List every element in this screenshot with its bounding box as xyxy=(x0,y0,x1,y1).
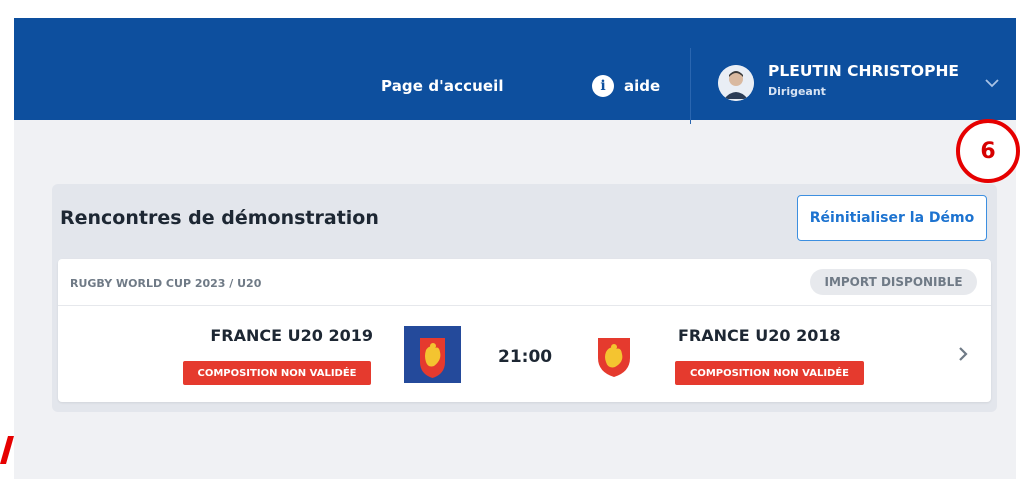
home-status-badge: COMPOSITION NON VALIDÉE xyxy=(183,361,371,385)
match-time: 21:00 xyxy=(498,347,553,367)
home-team-name: FRANCE U20 2019 xyxy=(210,326,373,345)
help-label: aide xyxy=(624,77,661,95)
match-card[interactable]: RUGBY WORLD CUP 2023 / U20 IMPORT DISPON… xyxy=(58,259,991,402)
demo-matches-panel: Rencontres de démonstration Réinitialise… xyxy=(52,184,997,412)
annotation-marker: 6 xyxy=(956,119,1020,183)
chevron-down-icon[interactable] xyxy=(984,78,1000,88)
avatar-icon xyxy=(718,65,754,101)
panel-title: Rencontres de démonstration xyxy=(60,207,379,229)
card-divider xyxy=(58,305,991,306)
red-arrow-fragment xyxy=(0,436,14,464)
competition-name: RUGBY WORLD CUP 2023 / U20 xyxy=(70,277,262,290)
info-icon: i xyxy=(592,75,614,97)
top-header: Page d'accueil i aide PLEUTIN CHRISTOPHE… xyxy=(14,18,1016,124)
reset-demo-button[interactable]: Réinitialiser la Démo xyxy=(797,195,987,241)
header-divider xyxy=(690,48,691,124)
away-status-badge: COMPOSITION NON VALIDÉE xyxy=(675,361,864,385)
user-name: PLEUTIN CHRISTOPHE xyxy=(768,62,960,80)
import-badge: IMPORT DISPONIBLE xyxy=(810,269,977,295)
nav-home-link[interactable]: Page d'accueil xyxy=(381,77,504,95)
chevron-right-icon[interactable] xyxy=(957,346,969,362)
user-menu[interactable]: PLEUTIN CHRISTOPHE Dirigeant xyxy=(718,61,959,101)
help-link[interactable]: i aide xyxy=(592,75,660,97)
rooster-logo-icon xyxy=(404,326,461,383)
away-team-name: FRANCE U20 2018 xyxy=(678,326,841,345)
rooster-logo-icon xyxy=(594,334,634,378)
user-role: Dirigeant xyxy=(768,85,826,98)
